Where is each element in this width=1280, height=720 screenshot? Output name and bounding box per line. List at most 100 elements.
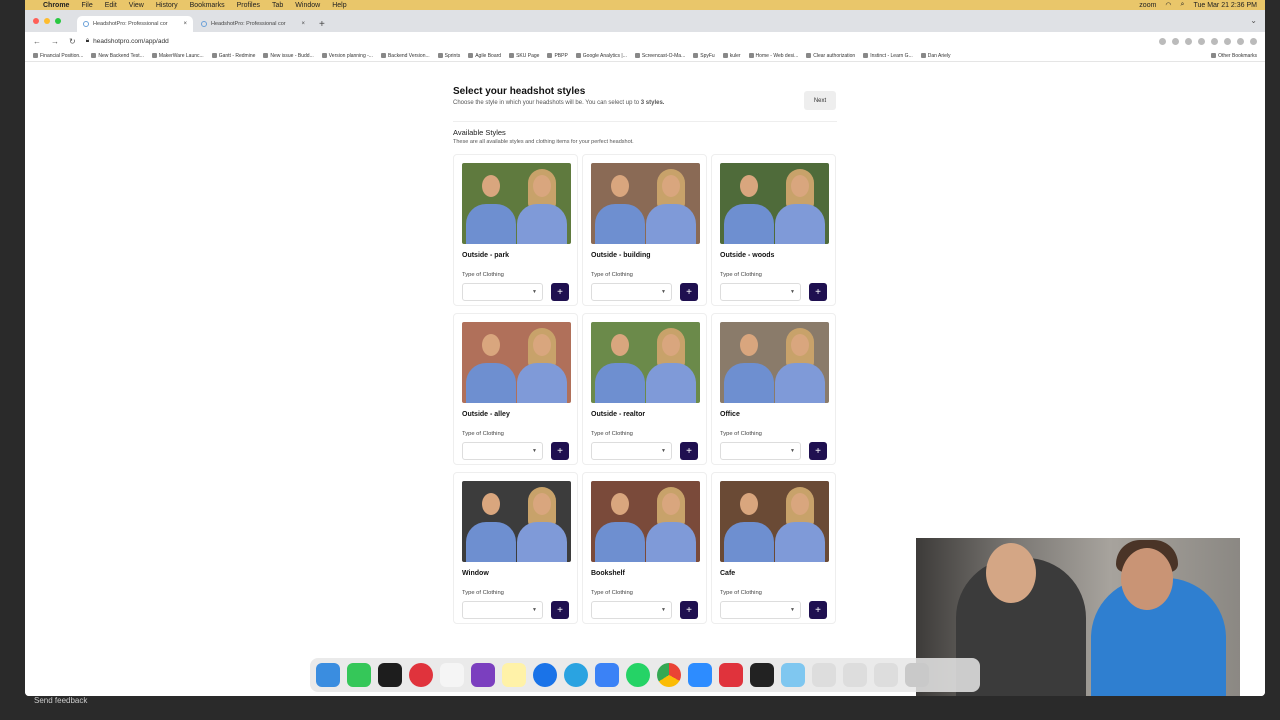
tab-headshotpro[interactable]: HeadshotPro: Professional cor × [195,16,311,32]
search-icon[interactable]: ⌕ [1181,1,1185,9]
minimize-window-icon[interactable] [44,18,50,24]
maximize-window-icon[interactable] [55,18,61,24]
style-card[interactable]: Outside - park Type of Clothing ▼ + [453,154,578,306]
add-style-button[interactable]: + [551,601,569,619]
bookmark-item[interactable]: Clear authorization [806,53,855,59]
zoom-status[interactable]: zoom [1139,2,1156,9]
close-window-icon[interactable] [33,18,39,24]
menu-file[interactable]: File [81,2,92,9]
zoom-icon[interactable] [688,663,712,687]
url-field[interactable]: 🔒︎ headshotpro.com/app/add [86,37,169,45]
tab-search-chevron-icon[interactable]: ⌄ [1250,16,1257,25]
clothing-select[interactable]: ▼ [591,283,672,301]
add-style-button[interactable]: + [680,442,698,460]
terminal-icon[interactable] [378,663,402,687]
bookmark-item[interactable]: New issue - Budd... [263,53,314,59]
bookmark-item[interactable]: Sprints [437,53,460,59]
extension-icon[interactable] [1185,37,1192,45]
new-tab-icon[interactable]: + [319,19,325,30]
bookmark-item[interactable]: Instinct - Learn G... [863,53,913,59]
minimized-window[interactable] [812,663,836,687]
menu-edit[interactable]: Edit [105,2,117,9]
bookmark-item[interactable]: kuler [722,53,741,59]
whatsapp-icon[interactable] [626,663,650,687]
telegram-icon[interactable] [564,663,588,687]
notes-icon[interactable] [502,663,526,687]
style-card[interactable]: Window Type of Clothing ▼ + [453,472,578,624]
clothing-select[interactable]: ▼ [591,601,672,619]
menu-help[interactable]: Help [332,2,346,9]
extension-icon[interactable] [1172,37,1179,45]
password-manager-icon[interactable] [533,663,557,687]
bookmark-item[interactable]: Gantt - Redmine [211,53,255,59]
menu-app[interactable]: Chrome [43,2,69,9]
clock[interactable]: Tue Mar 21 2:36 PM [1193,2,1257,9]
next-button[interactable]: Next [804,91,836,110]
add-style-button[interactable]: + [680,283,698,301]
messages-icon[interactable] [347,663,371,687]
style-card[interactable]: Bookshelf Type of Clothing ▼ + [582,472,707,624]
bookmark-item[interactable]: Version planning -... [321,53,373,59]
bookmark-item[interactable]: SpyFu [693,53,715,59]
bookmark-item[interactable]: Google Analytics |... [575,53,627,59]
chat-icon[interactable] [595,663,619,687]
add-style-button[interactable]: + [551,442,569,460]
menu-history[interactable]: History [156,2,178,9]
bookmark-item[interactable]: Screencast-O-Ma... [634,53,685,59]
trash-icon[interactable] [905,663,929,687]
obs-icon[interactable] [750,663,774,687]
finder-icon[interactable] [316,663,340,687]
style-card[interactable]: Cafe Type of Clothing ▼ + [711,472,836,624]
menu-view[interactable]: View [129,2,144,9]
clothing-select[interactable]: ▼ [462,601,543,619]
wifi-icon[interactable]: ◠ [1165,1,1171,9]
bookmark-item[interactable]: Home - Web desi... [748,53,798,59]
profile-avatar[interactable] [1250,37,1257,45]
app-icon[interactable] [409,663,433,687]
bookmark-item[interactable]: MakerWare Launc... [151,53,204,59]
menu-bookmarks[interactable]: Bookmarks [190,2,225,9]
bookmark-item[interactable]: Dan Ariely [920,53,951,59]
back-icon[interactable]: ← [33,37,41,46]
other-bookmarks[interactable]: Other Bookmarks [1211,53,1257,59]
bookmark-item[interactable]: SKU Page [509,53,539,59]
extension-icon[interactable] [1211,37,1218,45]
bookmark-item[interactable]: Agile Board [468,53,501,59]
tab-headshotpro-active[interactable]: HeadshotPro: Professional cor × [77,16,193,32]
close-tab-icon[interactable]: × [301,21,305,27]
app-icon[interactable] [719,663,743,687]
extension-icon[interactable] [1198,37,1205,45]
add-style-button[interactable]: + [809,283,827,301]
add-style-button[interactable]: + [551,283,569,301]
menu-profiles[interactable]: Profiles [237,2,260,9]
forward-icon[interactable]: → [51,37,59,46]
chrome-icon[interactable] [657,663,681,687]
bookmark-item[interactable]: Backend Version... [380,53,430,59]
extension-icon[interactable] [1159,37,1166,45]
style-card[interactable]: Outside - alley Type of Clothing ▼ + [453,313,578,465]
extension-icon[interactable] [1237,37,1244,45]
clothing-select[interactable]: ▼ [720,442,801,460]
add-style-button[interactable]: + [809,601,827,619]
bookmark-item[interactable]: Financial Position... [33,53,83,59]
folder-icon[interactable] [781,663,805,687]
style-card[interactable]: Outside - building Type of Clothing ▼ + [582,154,707,306]
clothing-select[interactable]: ▼ [591,442,672,460]
clothing-select[interactable]: ▼ [462,442,543,460]
clothing-select[interactable]: ▼ [720,601,801,619]
send-feedback-link[interactable]: Send feedback [34,696,87,705]
close-tab-icon[interactable]: × [183,21,187,27]
extension-icon[interactable] [1224,37,1231,45]
clothing-select[interactable]: ▼ [720,283,801,301]
bookmark-item[interactable]: New Backend Test... [91,53,144,59]
minimized-window[interactable] [843,663,867,687]
clothing-select[interactable]: ▼ [462,283,543,301]
minimized-window[interactable] [874,663,898,687]
menu-window[interactable]: Window [295,2,320,9]
menu-tab[interactable]: Tab [272,2,283,9]
style-card[interactable]: Outside - woods Type of Clothing ▼ + [711,154,836,306]
reload-icon[interactable]: ↻ [69,37,76,46]
launchpad-icon[interactable] [440,663,464,687]
github-icon[interactable] [471,663,495,687]
add-style-button[interactable]: + [809,442,827,460]
